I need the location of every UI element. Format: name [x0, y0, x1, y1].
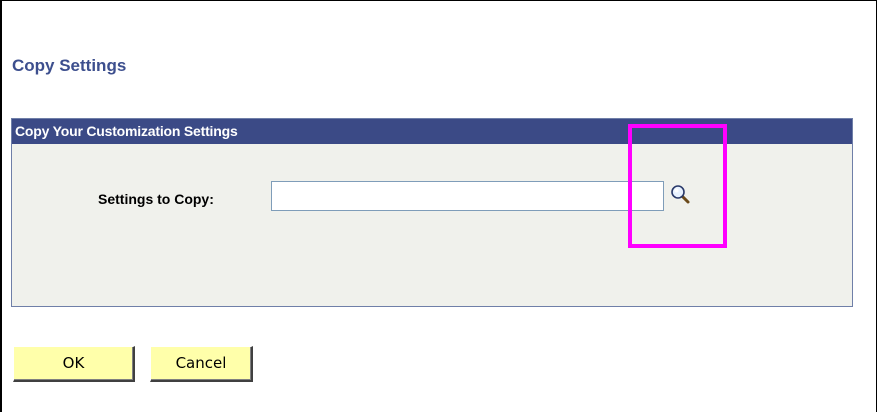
ok-button[interactable]: OK: [13, 346, 135, 382]
page-frame: Copy Settings Copy Your Customization Se…: [0, 0, 877, 412]
settings-to-copy-input[interactable]: [271, 181, 664, 211]
page-title: Copy Settings: [12, 56, 127, 75]
lookup-highlight-annotation: [628, 124, 727, 248]
settings-to-copy-label: Settings to Copy:: [98, 191, 214, 207]
cancel-button[interactable]: Cancel: [150, 346, 253, 382]
